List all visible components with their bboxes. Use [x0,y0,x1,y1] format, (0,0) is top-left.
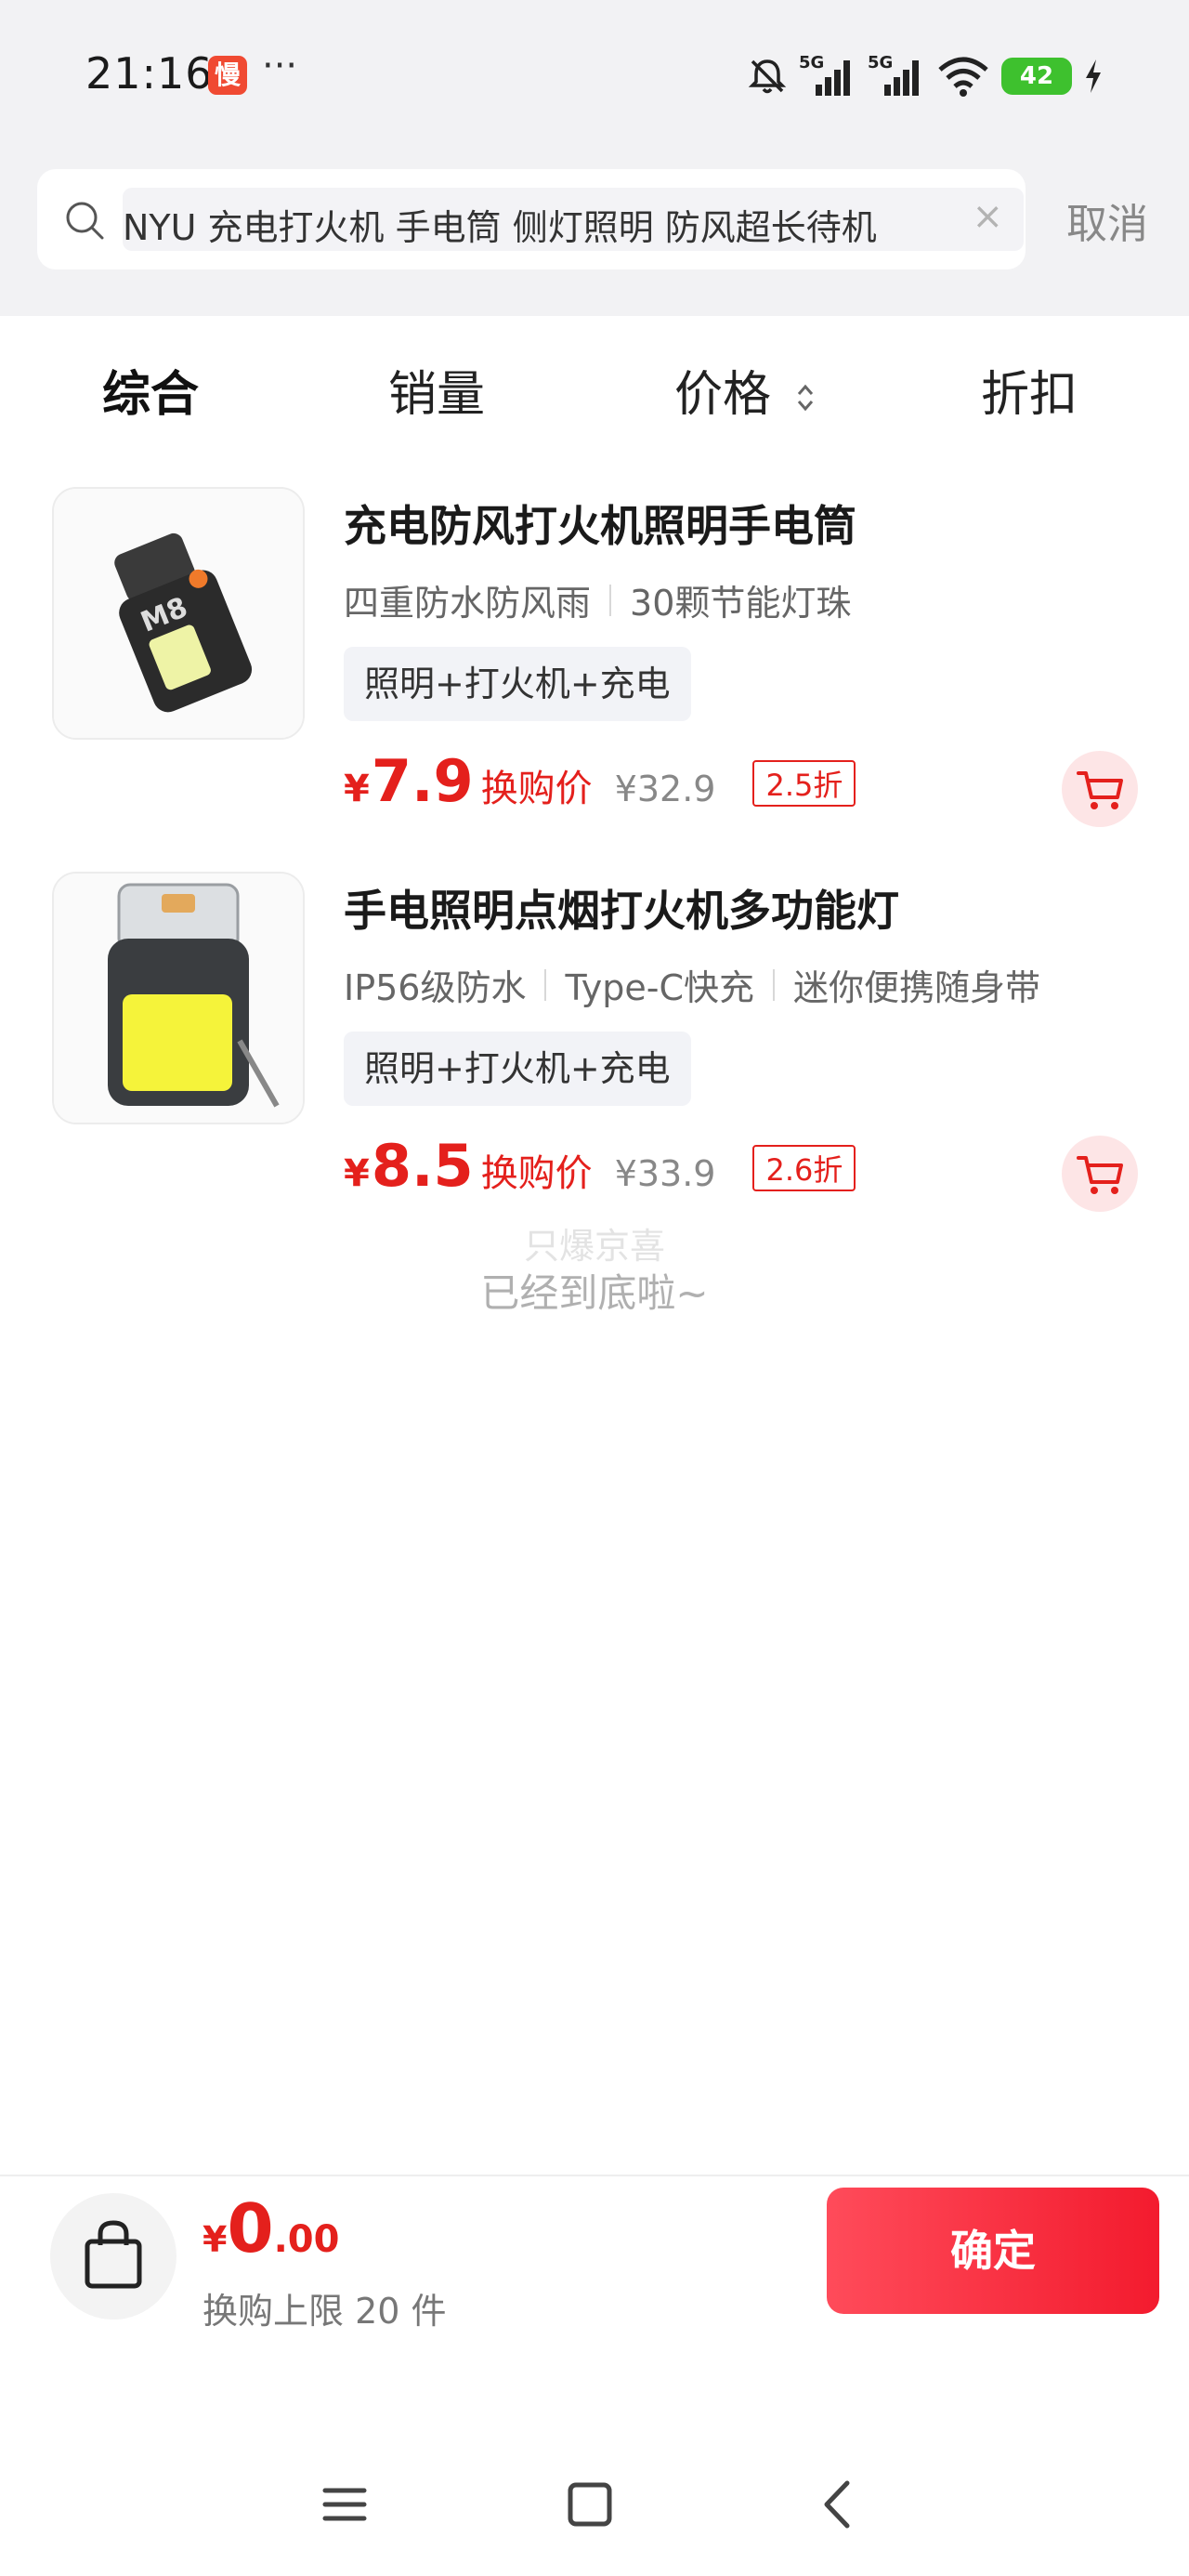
product-price: 7.9 [371,747,474,815]
lighter-lamp-image [54,874,303,1123]
product-price-row: ¥ 7.9 换购价 ¥32.9 2.5折 [344,747,856,821]
feature-divider [773,968,776,1001]
total-price: ¥ 0 .00 [203,2189,339,2267]
add-to-cart-button[interactable] [1062,1136,1138,1212]
product-feature: 迷你便携随身带 [793,967,1041,1008]
product-card[interactable]: M8 充电防风打火机照明手电筒 四重防水防风雨 30颗节能灯珠 照明+打火机+充… [0,487,1189,872]
signal-icon-2: 5G [868,53,925,99]
add-to-cart-button[interactable] [1062,751,1138,827]
sort-bar: 综合 销量 价格 折扣 [0,325,1189,446]
currency-symbol: ¥ [344,768,370,810]
product-feature: 30颗节能灯珠 [630,583,852,624]
total-integer: 0 [227,2189,274,2267]
product-tag: 照明+打火机+充电 [344,647,691,721]
page: 21:16 慢 ··· 5G 5G 42 NYU 充电打火机 手电筒 侧灯照明 … [0,0,1189,2576]
product-title[interactable]: 充电防风打火机照明手电筒 [344,493,856,554]
search-icon [66,202,104,240]
product-price: 8.5 [371,1132,474,1200]
product-feature: IP56级防水 [344,967,527,1008]
lighter-flashlight-image: M8 [54,489,303,738]
more-notifications-indicator: ··· [262,45,298,87]
charging-icon [1086,59,1101,93]
signal-icon: 5G [799,53,856,99]
sort-discount[interactable]: 折扣 [981,355,1078,425]
home-icon[interactable] [557,2472,622,2537]
list-end-faint-text: 只爆京喜 [523,1226,665,1267]
list-end-text: 已经到底啦~ [480,1270,709,1316]
currency-symbol: ¥ [344,1152,370,1195]
product-features: 四重防水防风雨 30颗节能灯珠 [344,574,851,625]
search-query: NYU 充电打火机 手电筒 侧灯照明 防风超长待机 [123,207,877,248]
product-image[interactable]: M8 [52,487,305,740]
product-title[interactable]: 手电照明点烟打火机多功能灯 [344,877,899,939]
product-feature: 四重防水防风雨 [344,583,592,624]
status-icons: 5G 5G 42 [747,50,1104,102]
feature-divider [609,584,612,616]
shopping-bag-icon [85,2220,142,2289]
cart-icon [1077,771,1123,809]
total-decimal: .00 [273,2218,340,2261]
search-box[interactable]: NYU 充电打火机 手电筒 侧灯照明 防风超长待机 × [37,169,1026,269]
wifi-icon [938,57,988,97]
clear-icon[interactable]: × [972,195,1003,238]
total-currency: ¥ [203,2219,228,2260]
sort-price[interactable]: 价格 [674,355,817,425]
product-price-row: ¥ 8.5 换购价 ¥33.9 2.6折 [344,1132,856,1206]
menu-icon[interactable] [312,2472,377,2537]
original-price: ¥32.9 [614,769,716,809]
product-card[interactable]: 手电照明点烟打火机多功能灯 IP56级防水 Type-C快充 迷你便携随身带 照… [0,872,1189,1256]
system-nav-bar [0,2453,1189,2556]
checkout-bar: ¥ 0 .00 换购上限 20 件 确定 [0,2175,1189,2342]
shopping-bag-button[interactable] [50,2193,176,2320]
product-features: IP56级防水 Type-C快充 迷你便携随身带 [344,959,1040,1010]
app-notification-badge: 慢 [208,56,247,95]
product-image[interactable] [52,872,305,1124]
cart-icon [1077,1156,1123,1194]
exchange-limit-text: 换购上限 20 件 [203,2291,447,2332]
sort-price-label: 价格 [674,367,772,423]
search-input[interactable]: NYU 充电打火机 手电筒 侧灯照明 防风超长待机 × [123,188,1024,251]
confirm-button[interactable]: 确定 [827,2188,1159,2314]
discount-badge: 2.6折 [752,1145,856,1191]
mute-icon [748,59,787,94]
sort-comprehensive[interactable]: 综合 [102,355,199,425]
status-time: 21:16 [85,48,214,99]
battery-indicator: 42 [1001,58,1072,95]
feature-divider [544,968,547,1001]
discount-badge: 2.5折 [752,760,856,807]
sort-arrows-icon [797,384,813,412]
sort-sales[interactable]: 销量 [388,355,485,425]
status-bar: 21:16 慢 ··· 5G 5G 42 [0,37,1189,121]
price-label: 换购价 [480,1152,593,1195]
cancel-button[interactable]: 取消 [1066,191,1148,250]
original-price: ¥33.9 [614,1153,716,1194]
price-label: 换购价 [480,768,593,810]
back-icon[interactable] [804,2472,869,2537]
product-feature: Type-C快充 [565,967,755,1008]
product-tag: 照明+打火机+充电 [344,1032,691,1106]
